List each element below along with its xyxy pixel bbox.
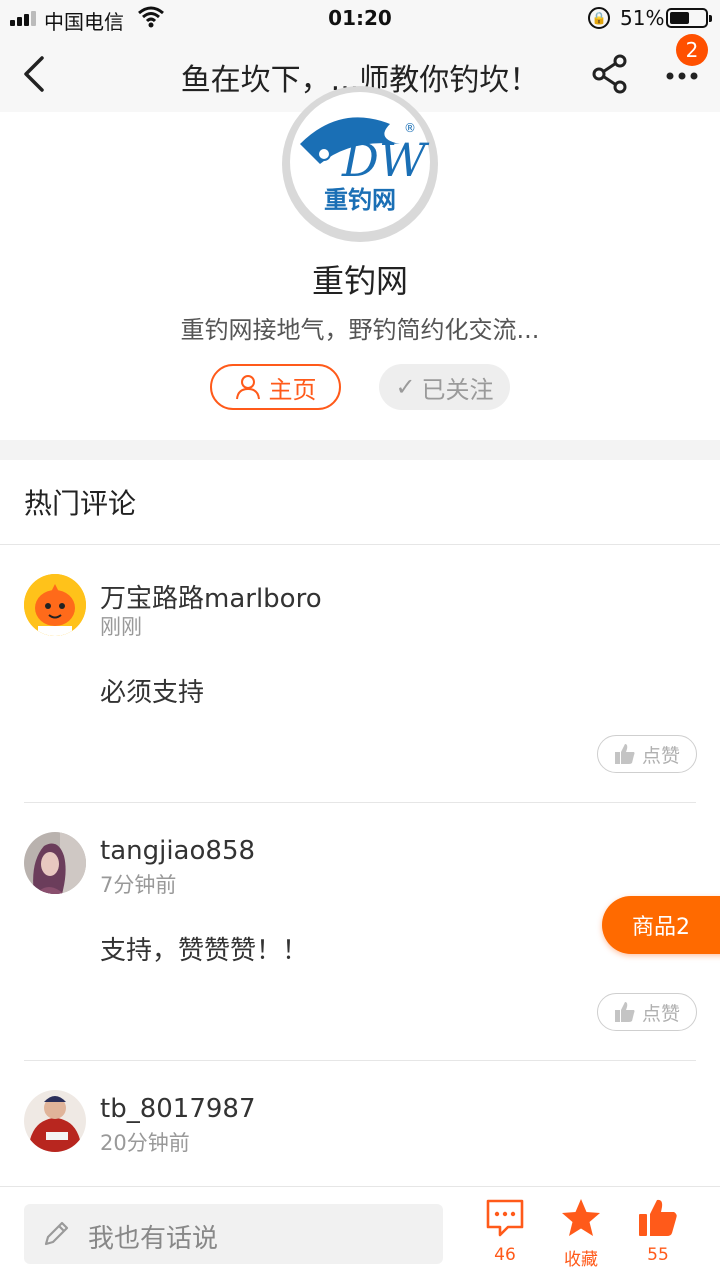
comment-time: 20分钟前	[100, 1131, 190, 1155]
thumbs-up-icon	[639, 1199, 677, 1236]
comment-username[interactable]: tb_8017987	[100, 1094, 256, 1124]
like-button[interactable]: 点赞	[597, 993, 697, 1031]
logo-text: 重钓网	[324, 186, 396, 214]
home-button-label: 主页	[268, 375, 317, 404]
like-button-label: 点赞	[641, 744, 680, 767]
comment-bubble-icon	[486, 1199, 524, 1237]
like-button[interactable]: 点赞	[597, 735, 697, 773]
notification-badge: 2	[676, 34, 708, 66]
rotation-lock-icon: 🔒	[588, 7, 610, 29]
comment-input-placeholder: 我也有话说	[88, 1224, 219, 1254]
battery-percentage: 51%	[620, 6, 665, 30]
battery-icon	[666, 8, 712, 28]
thumbs-up-icon	[614, 744, 635, 764]
divider	[0, 544, 720, 545]
like-button-label: 点赞	[641, 1002, 680, 1025]
star-icon	[562, 1199, 600, 1236]
comment-text: 支持，赞赞赞！！	[100, 936, 309, 966]
svg-text:®: ®	[404, 121, 416, 135]
account-logo: DW ® 重钓网	[280, 84, 440, 244]
share-icon[interactable]	[588, 52, 632, 96]
hot-comments-title: 热门评论	[24, 487, 137, 520]
home-button[interactable]: 主页	[210, 364, 341, 410]
favorite-label: 收藏	[564, 1250, 598, 1270]
comment-time: 刚刚	[100, 615, 142, 639]
section-divider	[0, 440, 720, 460]
account-name: 重钓网	[311, 262, 408, 300]
clock: 01:20	[328, 6, 392, 30]
likes-count: 55	[647, 1245, 669, 1265]
comment-username[interactable]: tangjiao858	[100, 836, 255, 866]
comment-username[interactable]: 万宝路路marlboro	[100, 578, 322, 615]
comment-time: 7分钟前	[100, 873, 177, 897]
status-bar: 中国电信 01:20 🔒 51%	[0, 0, 720, 36]
divider	[24, 802, 696, 803]
thumbs-up-icon	[614, 1002, 635, 1022]
comment-input[interactable]: 我也有话说	[24, 1204, 443, 1264]
divider	[24, 1060, 696, 1061]
svg-text:DW: DW	[341, 133, 430, 187]
back-icon[interactable]	[14, 52, 58, 96]
comments-count: 46	[494, 1245, 516, 1265]
avatar[interactable]	[24, 574, 86, 636]
like-post-button[interactable]: 55	[623, 1197, 693, 1265]
favorite-button[interactable]: 收藏	[546, 1197, 616, 1270]
bottom-bar: 我也有话说 46 收藏 55	[0, 1186, 720, 1280]
goods-button[interactable]: 商品2	[602, 896, 720, 954]
follow-button-label: 已关注	[421, 375, 494, 404]
follow-button[interactable]: ✓ 已关注	[379, 364, 510, 410]
checkmark-icon: ✓	[395, 373, 416, 401]
user-icon	[235, 375, 260, 400]
pencil-icon	[44, 1221, 69, 1246]
avatar[interactable]	[24, 1090, 86, 1152]
comments-button[interactable]: 46	[470, 1197, 540, 1265]
account-description: 重钓网接地气，野钓简约化交流...	[180, 316, 540, 344]
comment-text: 必须支持	[100, 678, 205, 708]
avatar[interactable]	[24, 832, 86, 894]
